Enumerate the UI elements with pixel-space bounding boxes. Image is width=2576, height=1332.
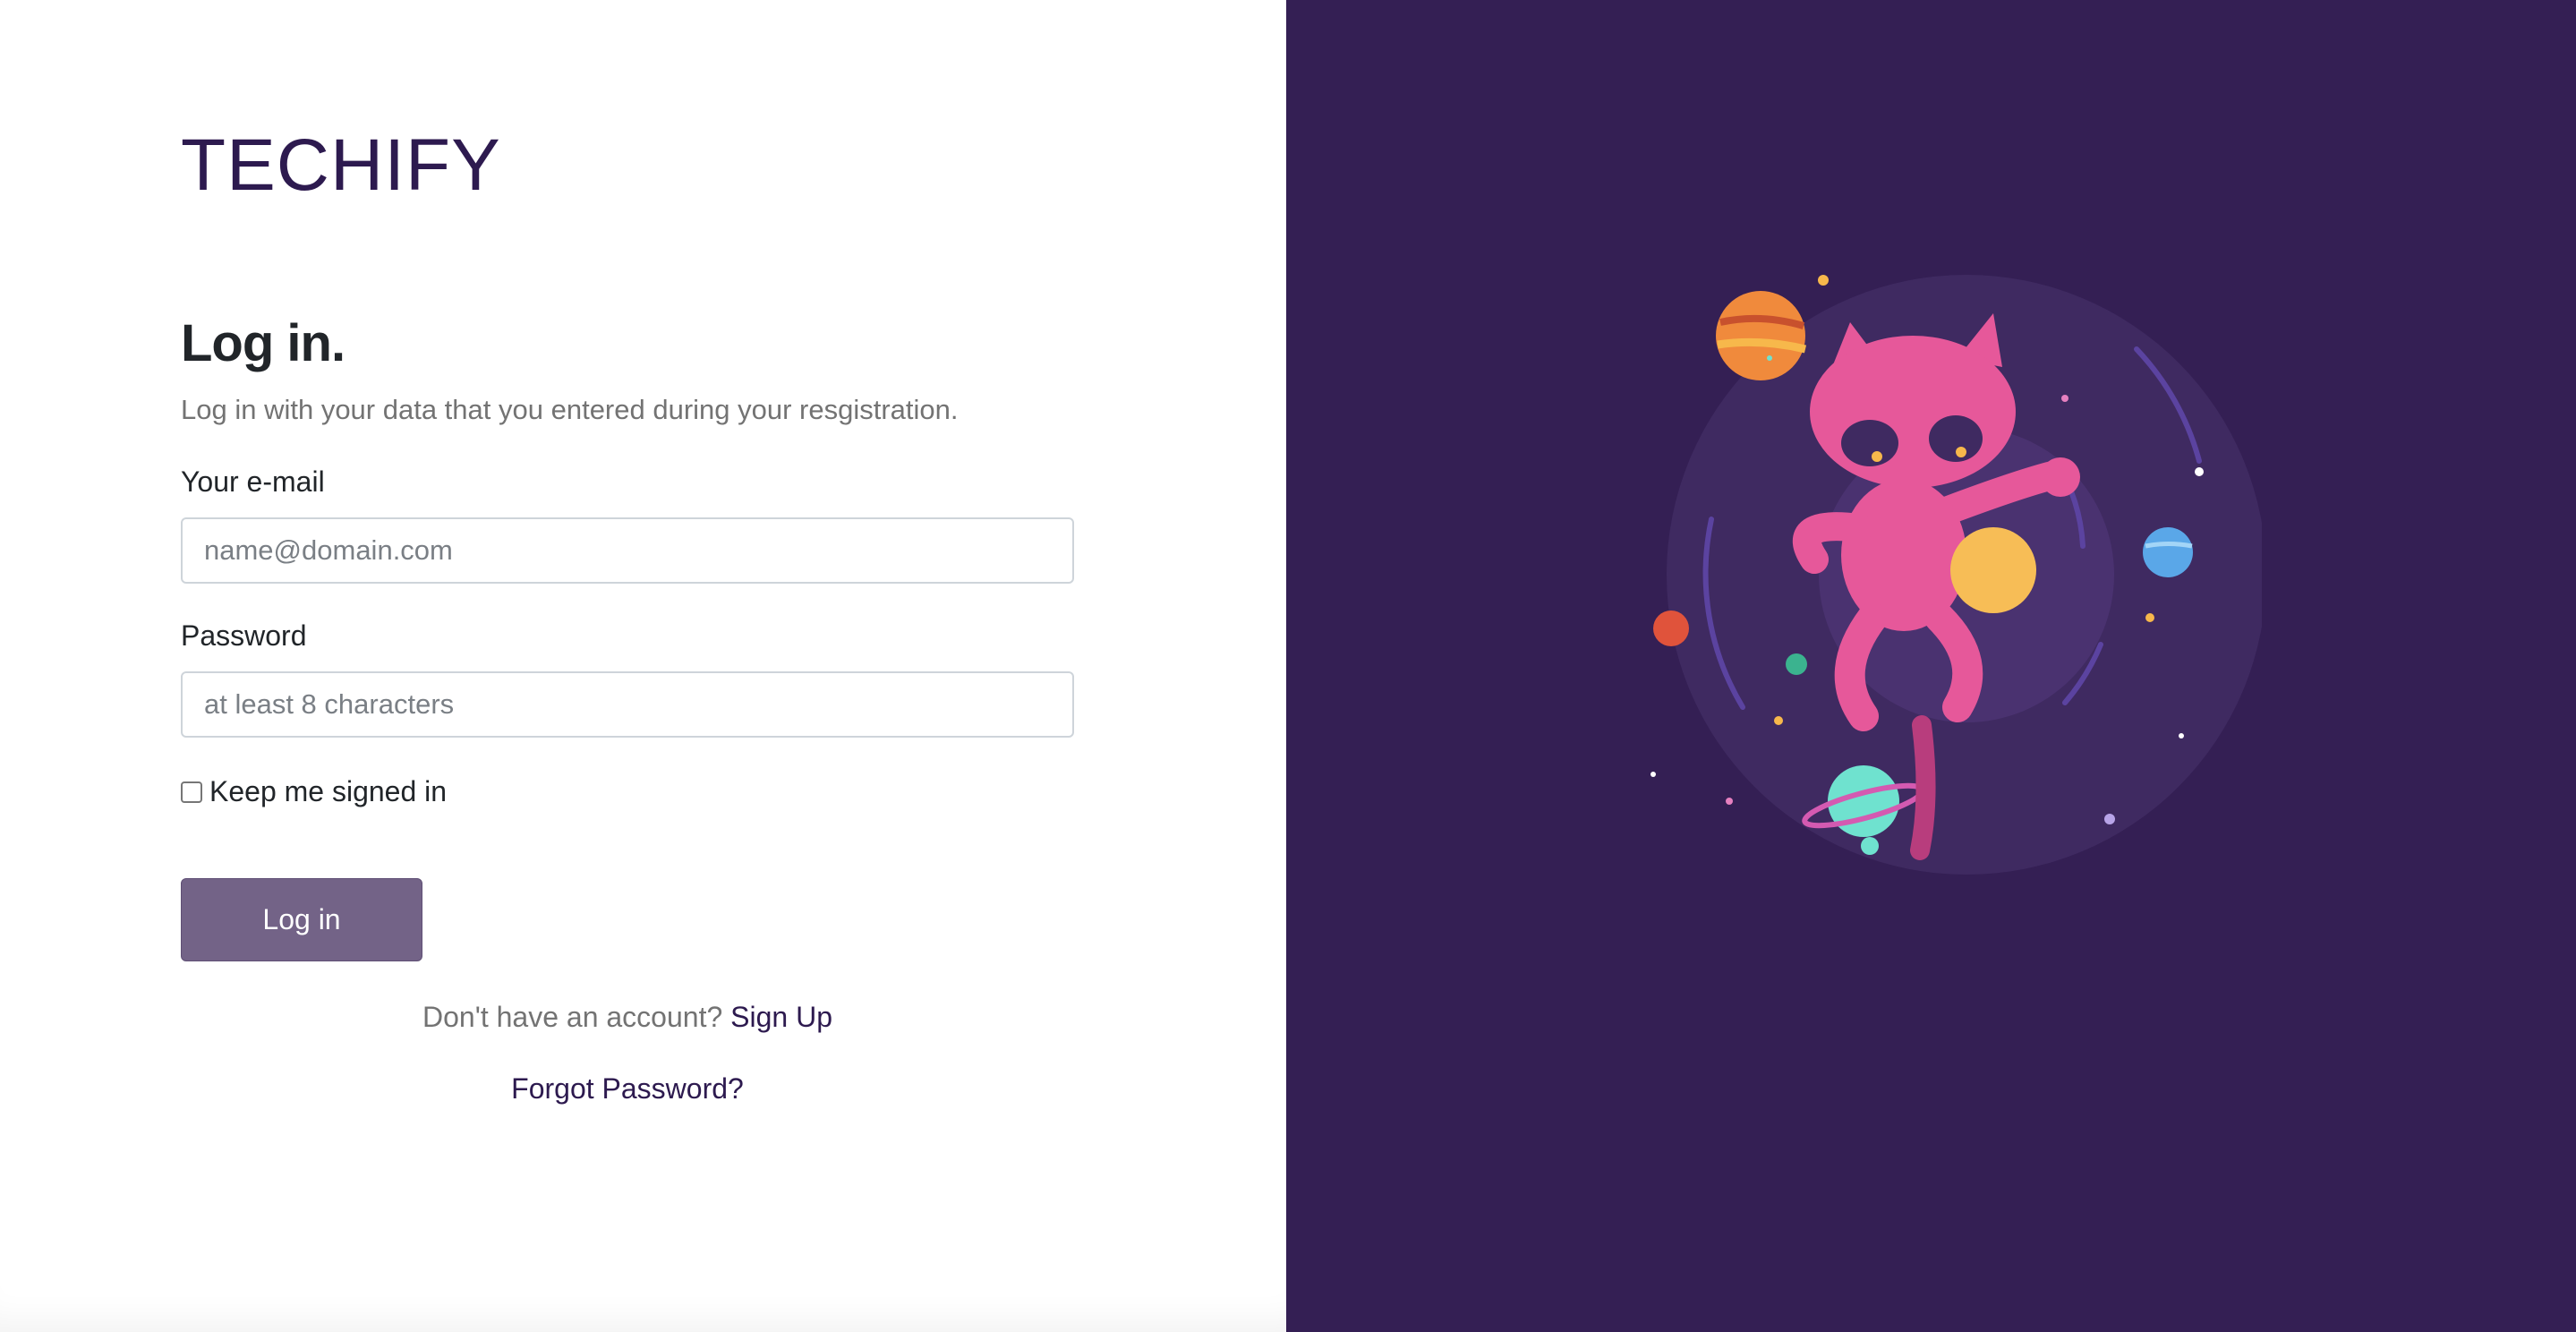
signup-prompt-text: Don't have an account?	[422, 1001, 723, 1033]
login-button[interactable]: Log in	[181, 878, 422, 961]
email-field[interactable]	[181, 517, 1074, 584]
remember-checkbox[interactable]	[181, 781, 202, 803]
page-subtitle: Log in with your data that you entered d…	[181, 394, 959, 425]
space-cat-icon	[1651, 275, 2262, 875]
password-field[interactable]	[181, 671, 1074, 738]
login-panel: TECHIFY Log in. Log in with your data th…	[0, 0, 1286, 1332]
page-title: Log in.	[181, 314, 345, 372]
remember-me[interactable]: Keep me signed in	[181, 775, 447, 808]
signup-link[interactable]: Sign Up	[730, 1001, 832, 1033]
brand-logo: TECHIFY	[181, 124, 501, 206]
email-label: Your e-mail	[181, 465, 325, 498]
password-label: Password	[181, 619, 307, 652]
illustration-panel	[1286, 0, 2576, 1332]
forgot-password-link[interactable]: Forgot Password?	[181, 1072, 1074, 1106]
remember-label[interactable]: Keep me signed in	[209, 775, 447, 808]
signup-prompt: Don't have an account? Sign Up	[181, 1001, 1074, 1034]
